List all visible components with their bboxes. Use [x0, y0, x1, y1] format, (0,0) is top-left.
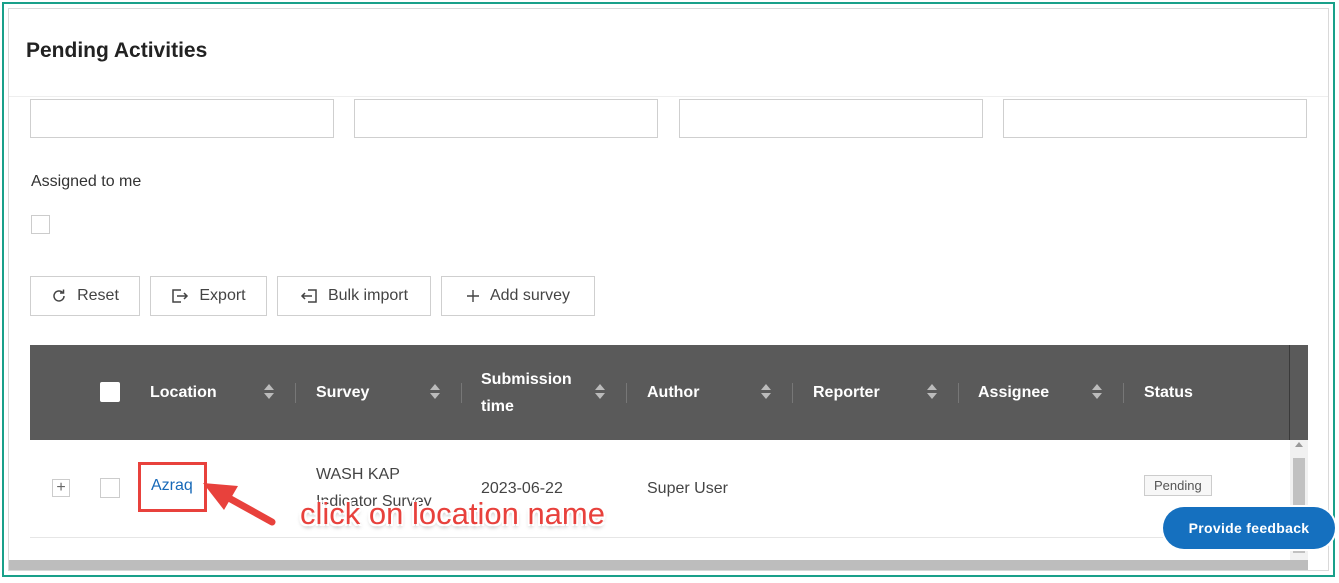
status-badge: Pending [1144, 475, 1212, 496]
add-survey-label: Add survey [489, 287, 571, 304]
select-all-checkbox[interactable] [100, 382, 120, 402]
column-divider [958, 383, 959, 403]
submission-line-2: time [481, 397, 514, 415]
provide-feedback-button[interactable]: Provide feedback [1163, 507, 1335, 549]
plus-icon [466, 289, 480, 303]
column-divider [1123, 383, 1124, 403]
header: Pending Activities [9, 9, 1328, 97]
column-divider [295, 383, 296, 403]
import-icon [300, 288, 318, 304]
horizontal-scrollbar[interactable] [9, 560, 1308, 570]
column-divider [626, 383, 627, 403]
table-header: Location Survey Submission time Author R… [30, 345, 1308, 440]
column-header-survey[interactable]: Survey [316, 345, 369, 440]
column-divider [461, 383, 462, 403]
assigned-to-me-label: Assigned to me [31, 173, 142, 190]
table-row: + Azraq WASH KAP Indicator Survey 2023-0… [30, 440, 1290, 538]
sort-icon[interactable] [264, 382, 274, 402]
sort-icon[interactable] [430, 382, 440, 402]
column-header-assignee[interactable]: Assignee [978, 345, 1049, 440]
filter-input-3[interactable] [679, 99, 983, 138]
location-link[interactable]: Azraq [151, 477, 193, 495]
column-header-status[interactable]: Status [1144, 345, 1193, 440]
scroll-up-arrow-icon[interactable] [1295, 442, 1303, 447]
bulk-import-button[interactable]: Bulk import [277, 276, 431, 316]
column-header-reporter[interactable]: Reporter [813, 345, 880, 440]
reset-label: Reset [77, 287, 119, 304]
page-title: Pending Activities [26, 39, 208, 62]
filter-input-4[interactable] [1003, 99, 1307, 138]
reset-icon [51, 288, 67, 304]
sort-icon[interactable] [927, 382, 937, 402]
export-button[interactable]: Export [150, 276, 267, 316]
author-cell: Super User [647, 480, 728, 497]
column-header-submission-time[interactable]: Submission time [481, 345, 572, 440]
column-divider [792, 383, 793, 403]
export-label: Export [199, 287, 246, 304]
panel: Pending Activities Assigned to me Reset … [8, 8, 1329, 571]
survey-line-1: WASH KAP [316, 466, 400, 483]
annotation-text: click on location name [300, 496, 605, 531]
column-header-location[interactable]: Location [150, 345, 217, 440]
column-divider [1289, 345, 1290, 440]
submission-line-1: Submission [481, 370, 572, 388]
export-icon [171, 288, 189, 304]
sort-icon[interactable] [761, 382, 771, 402]
filter-input-1[interactable] [30, 99, 334, 138]
assigned-to-me-checkbox[interactable] [31, 215, 50, 234]
filter-input-2[interactable] [354, 99, 658, 138]
row-checkbox[interactable] [100, 478, 120, 498]
screenshot-frame: Pending Activities Assigned to me Reset … [2, 2, 1335, 577]
column-header-author[interactable]: Author [647, 345, 699, 440]
add-survey-button[interactable]: Add survey [441, 276, 595, 316]
sort-icon[interactable] [595, 382, 605, 402]
sort-icon[interactable] [1092, 382, 1102, 402]
reset-button[interactable]: Reset [30, 276, 140, 316]
expand-row-button[interactable]: + [52, 479, 70, 497]
bulk-import-label: Bulk import [327, 287, 409, 304]
